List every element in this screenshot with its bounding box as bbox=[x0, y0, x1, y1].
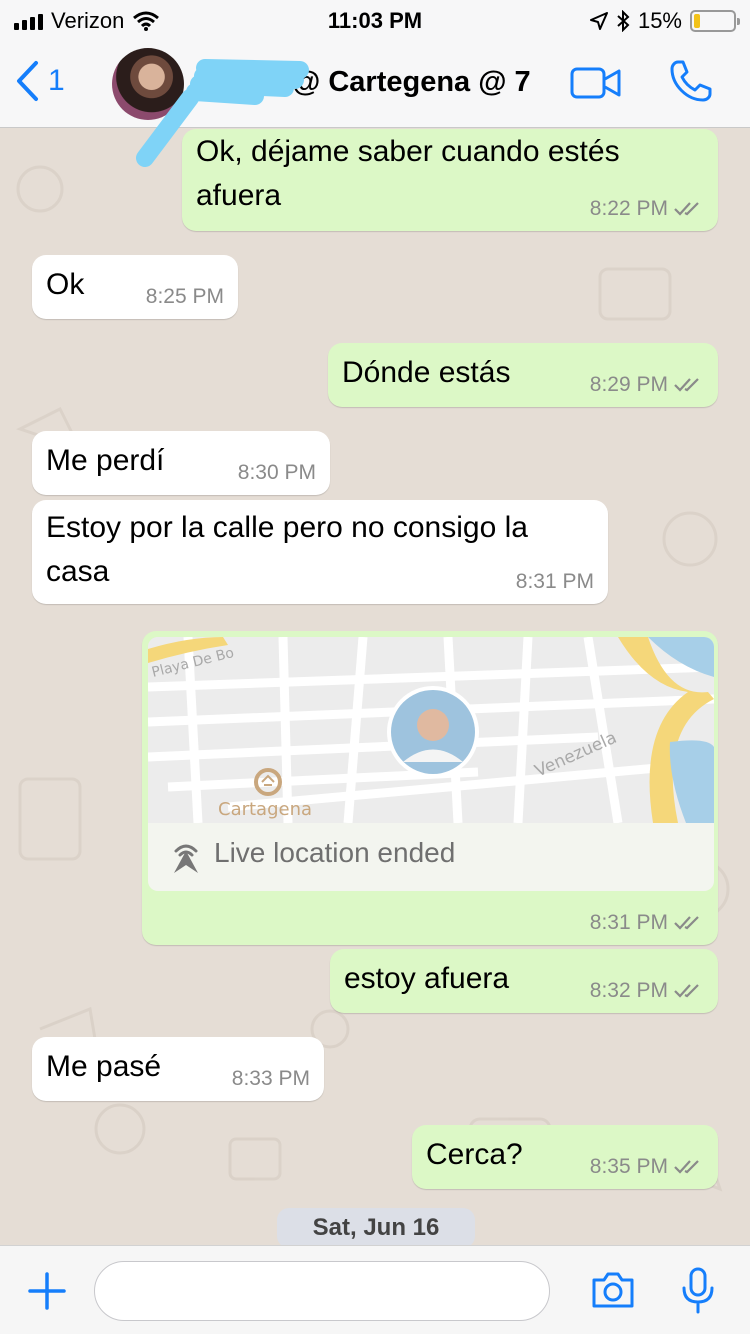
message-outgoing[interactable]: Dónde estás 8:29 PM bbox=[328, 343, 718, 407]
message-timestamp: 8:32 PM bbox=[590, 979, 704, 1003]
message-incoming[interactable]: Estoy por la calle pero no consigo la ca… bbox=[32, 500, 608, 604]
message-time: 8:35 PM bbox=[589, 1155, 668, 1178]
message-incoming[interactable]: Me pasé 8:33 PM bbox=[32, 1037, 324, 1101]
microphone-icon[interactable] bbox=[680, 1266, 716, 1316]
live-location-status: Live location ended bbox=[214, 837, 456, 868]
message-incoming[interactable]: Me perdí 8:30 PM bbox=[32, 431, 330, 495]
message-time: 8:30 PM bbox=[237, 461, 316, 484]
message-text-line: Dónde estás bbox=[342, 356, 511, 389]
message-time: 8:32 PM bbox=[589, 979, 668, 1002]
double-check-icon bbox=[674, 984, 699, 998]
message-timestamp: 8:29 PM bbox=[590, 373, 704, 397]
message-timestamp: 8:25 PM bbox=[146, 285, 224, 309]
message-text-line: casa bbox=[46, 555, 110, 588]
message-text-line: Estoy por la calle pero no consigo la bbox=[46, 511, 528, 544]
contact-name[interactable]: @ Cartegena @ 7 bbox=[292, 66, 531, 99]
message-timestamp: 8:33 PM bbox=[232, 1067, 310, 1091]
message-text-line: Me pasé bbox=[46, 1050, 162, 1083]
map-streets: Playa De Bo Venezuela Cartagena bbox=[148, 637, 714, 823]
message-text-line: estoy afuera bbox=[344, 962, 510, 995]
video-camera-icon[interactable] bbox=[570, 66, 622, 100]
message-input[interactable] bbox=[94, 1261, 550, 1321]
chevron-left-icon bbox=[17, 61, 38, 101]
location-map[interactable]: Playa De Bo Venezuela Cartagena bbox=[148, 637, 714, 823]
message-time: 8:25 PM bbox=[145, 285, 224, 308]
message-outgoing[interactable]: estoy afuera 8:32 PM bbox=[330, 949, 718, 1013]
double-check-icon bbox=[674, 916, 699, 930]
message-outgoing[interactable]: Cerca? 8:35 PM bbox=[412, 1125, 718, 1189]
message-incoming[interactable]: Ok 8:25 PM bbox=[32, 255, 238, 319]
message-outgoing[interactable]: Ok, déjame saber cuando estés afuera 8:2… bbox=[182, 129, 718, 231]
message-text-line: afuera bbox=[196, 179, 282, 212]
status-right: 15% bbox=[589, 8, 740, 34]
message-time: 8:31 PM bbox=[589, 911, 668, 934]
date-separator: Sat, Jun 16 bbox=[277, 1208, 475, 1245]
message-text-line: Ok bbox=[46, 268, 85, 301]
map-poi-label: Cartagena bbox=[218, 799, 312, 820]
message-time: 8:22 PM bbox=[589, 197, 668, 220]
plus-icon[interactable] bbox=[26, 1270, 68, 1312]
back-unread-count: 1 bbox=[48, 64, 65, 97]
status-bar: Verizon 11:03 PM 15% bbox=[0, 0, 750, 40]
double-check-icon bbox=[674, 1160, 699, 1174]
message-timestamp: 8:30 PM bbox=[238, 461, 316, 485]
location-footer: Live location ended bbox=[148, 823, 714, 891]
phone-icon[interactable] bbox=[668, 58, 714, 104]
camera-icon[interactable] bbox=[590, 1270, 636, 1310]
message-timestamp: 8:31 PM bbox=[590, 911, 704, 935]
message-time: 8:31 PM bbox=[515, 570, 594, 593]
location-message[interactable]: Playa De Bo Venezuela Cartagena Live loc… bbox=[142, 631, 718, 945]
battery-percent: 15% bbox=[637, 8, 682, 33]
live-location-icon bbox=[174, 844, 198, 873]
bluetooth-icon bbox=[617, 10, 630, 32]
message-timestamp: 8:31 PM bbox=[516, 570, 594, 594]
battery-icon bbox=[690, 10, 740, 32]
message-text-line: Cerca? bbox=[426, 1138, 523, 1171]
double-check-icon bbox=[674, 378, 699, 392]
message-list[interactable]: Ok, déjame saber cuando estés afuera 8:2… bbox=[0, 129, 750, 1245]
location-arrow-icon bbox=[589, 12, 608, 30]
message-timestamp: 8:22 PM bbox=[590, 197, 704, 221]
message-time: 8:33 PM bbox=[231, 1067, 310, 1090]
battery-fill bbox=[694, 14, 700, 28]
message-text-line: Me perdí bbox=[46, 444, 165, 477]
message-timestamp: 8:35 PM bbox=[590, 1155, 704, 1179]
back-button[interactable]: 1 bbox=[14, 60, 65, 102]
chat-header: 1 @ Cartegena @ 7 bbox=[0, 40, 750, 128]
message-time: 8:29 PM bbox=[589, 373, 668, 396]
double-check-icon bbox=[674, 202, 699, 216]
composer-bar bbox=[0, 1245, 750, 1334]
message-text-line: Ok, déjame saber cuando estés bbox=[196, 135, 620, 168]
